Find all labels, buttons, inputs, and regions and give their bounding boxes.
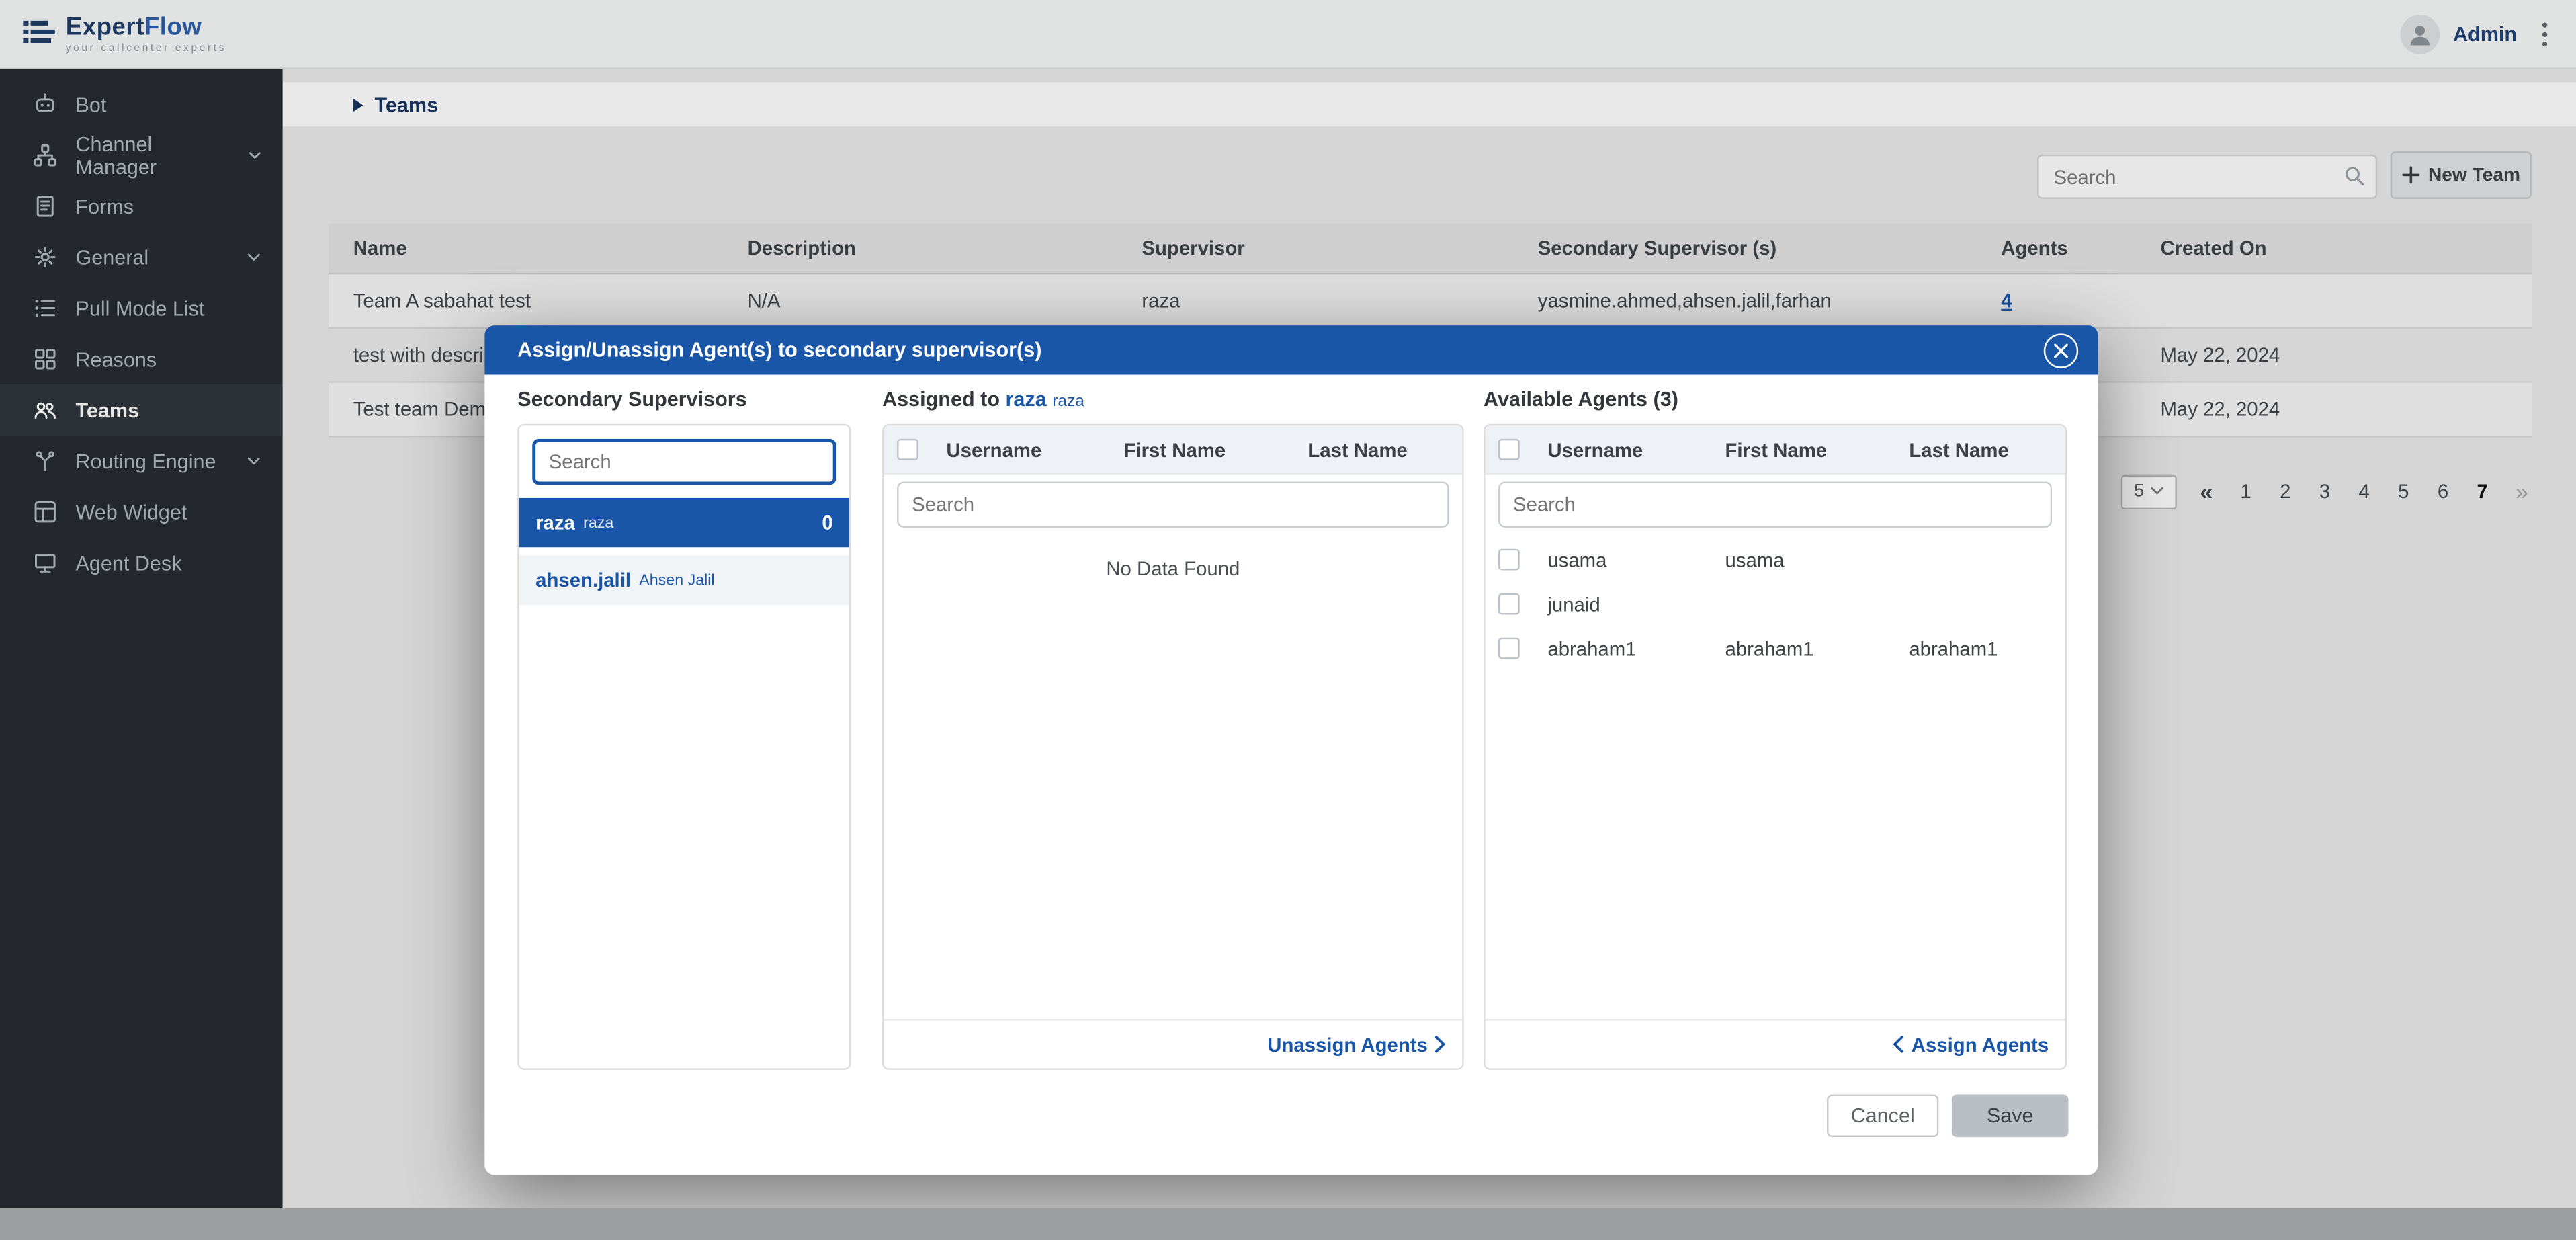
no-data-text: No Data Found [884, 557, 1463, 580]
assigned-supervisor-username: raza [1006, 388, 1047, 411]
chevron-left-icon [1893, 1035, 1905, 1053]
column-header-username: Username [946, 438, 1123, 461]
agent-checkbox[interactable] [1498, 593, 1520, 615]
assign-agents-modal: Assign/Unassign Agent(s) to secondary su… [484, 325, 2098, 1175]
assigned-to-title: Assigned to raza raza [882, 388, 1084, 411]
agent-username: abraham1 [1547, 637, 1725, 660]
agent-checkbox[interactable] [1498, 549, 1520, 571]
secondary-supervisors-title: Secondary Supervisors [517, 388, 746, 411]
secondary-supervisors-panel: raza raza 0 ahsen.jalil Ahsen Jalil [517, 424, 851, 1070]
available-header-row: Username First Name Last Name [1485, 425, 2065, 474]
close-button[interactable] [2044, 333, 2078, 367]
available-panel-footer: Assign Agents [1485, 1019, 2065, 1068]
supervisor-count-badge: 0 [822, 511, 832, 534]
column-header-last-name: Last Name [1307, 438, 1462, 461]
assign-agents-button[interactable]: Assign Agents [1893, 1033, 2049, 1056]
close-icon [2054, 343, 2069, 358]
screen: ExpertFlow your callcenter experts Admin [0, 0, 2576, 1240]
assigned-search-input[interactable] [897, 481, 1449, 527]
agent-row-junaid[interactable]: junaid [1485, 582, 2065, 626]
unassign-agents-label: Unassign Agents [1267, 1033, 1428, 1056]
supervisor-name: Ahsen Jalil [639, 571, 714, 589]
supervisor-item-ahsen-jalil[interactable]: ahsen.jalil Ahsen Jalil [519, 555, 849, 604]
agent-checkbox[interactable] [1498, 638, 1520, 659]
modal-header: Assign/Unassign Agent(s) to secondary su… [484, 325, 2098, 374]
assigned-agents-panel: Username First Name Last Name No Data Fo… [882, 424, 1464, 1070]
agent-last-name: abraham1 [1909, 637, 2065, 660]
column-header-first-name: First Name [1124, 438, 1308, 461]
supervisor-item-raza[interactable]: raza raza 0 [519, 498, 849, 547]
supervisor-username: ahsen.jalil [535, 569, 631, 591]
column-header-first-name: First Name [1725, 438, 1909, 461]
column-header-username: Username [1547, 438, 1725, 461]
supervisor-name: raza [583, 513, 613, 532]
select-all-checkbox[interactable] [1498, 439, 1520, 460]
assigned-header-row: Username First Name Last Name [884, 425, 1463, 474]
supervisor-username: raza [535, 511, 575, 534]
cancel-button[interactable]: Cancel [1827, 1095, 1938, 1138]
agent-username: usama [1547, 548, 1725, 571]
column-header-last-name: Last Name [1909, 438, 2065, 461]
agent-row-usama[interactable]: usama usama [1485, 538, 2065, 582]
available-agents-title: Available Agents (3) [1484, 388, 1678, 411]
unassign-agents-button[interactable]: Unassign Agents [1267, 1033, 1445, 1056]
assigned-supervisor-name: raza [1052, 392, 1084, 411]
save-button[interactable]: Save [1952, 1095, 2069, 1138]
modal-title: Assign/Unassign Agent(s) to secondary su… [517, 339, 1041, 362]
assigned-panel-footer: Unassign Agents [884, 1019, 1463, 1068]
available-search-input[interactable] [1498, 481, 2052, 527]
app-window: ExpertFlow your callcenter experts Admin [0, 0, 2576, 1208]
supervisor-search-input[interactable] [532, 439, 836, 485]
agent-username: junaid [1547, 592, 1725, 615]
agent-first-name: abraham1 [1725, 637, 1909, 660]
available-agents-panel: Username First Name Last Name usama usam… [1484, 424, 2067, 1070]
assign-agents-label: Assign Agents [1912, 1033, 2049, 1056]
select-all-checkbox[interactable] [897, 439, 918, 460]
agent-row-abraham1[interactable]: abraham1 abraham1 abraham1 [1485, 626, 2065, 671]
agent-first-name: usama [1725, 548, 1909, 571]
chevron-right-icon [1434, 1035, 1446, 1053]
assigned-to-prefix: Assigned to [882, 388, 1000, 411]
